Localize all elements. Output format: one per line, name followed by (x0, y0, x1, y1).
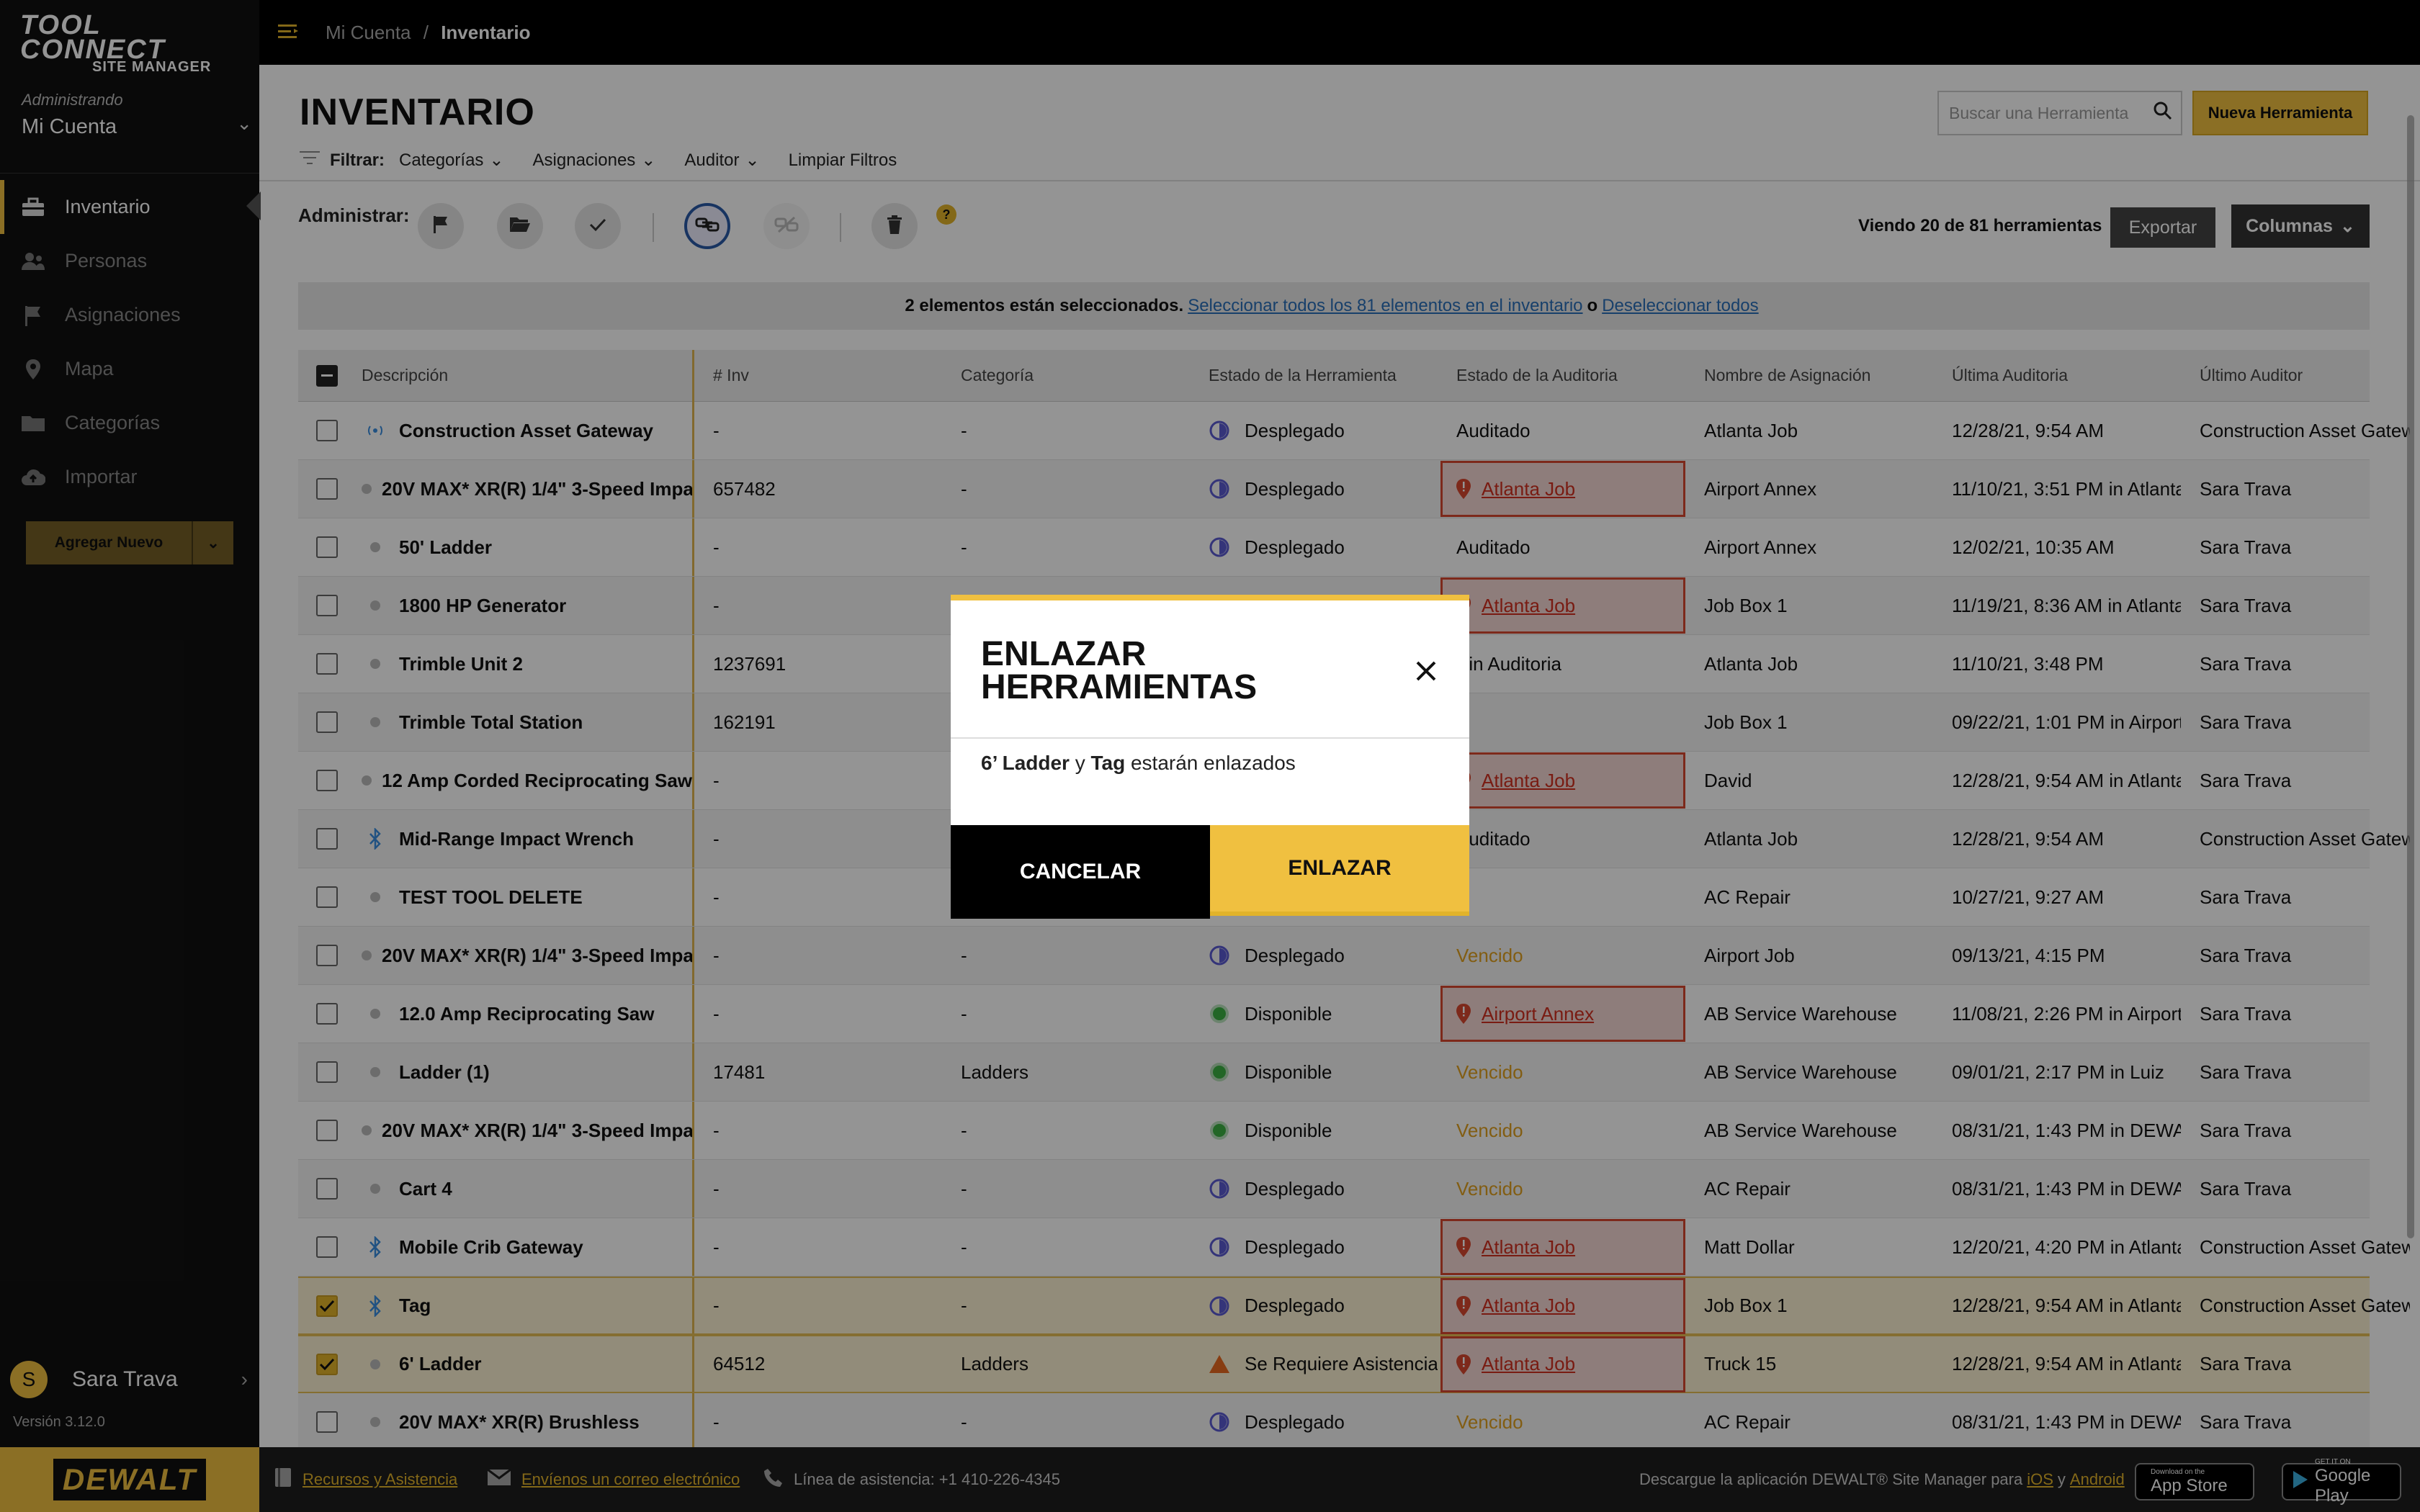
confirm-link-button[interactable]: ENLAZAR (1210, 825, 1469, 916)
modal-title: ENLAZAR HERRAMIENTAS (981, 635, 1258, 706)
modal-message: 6’ Ladder y Tag estarán enlazados (981, 752, 1296, 775)
link-tools-modal: ENLAZAR HERRAMIENTAS 6’ Ladder y Tag esta… (951, 595, 1469, 919)
modal-item-1: 6’ Ladder (981, 752, 1070, 774)
modal-joiner: y (1075, 752, 1085, 774)
modal-item-2: Tag (1090, 752, 1126, 774)
modal-suffix: estarán enlazados (1130, 752, 1296, 774)
close-icon[interactable] (1412, 657, 1440, 685)
cancel-button[interactable]: CANCELAR (951, 825, 1210, 919)
divider (951, 737, 1469, 739)
